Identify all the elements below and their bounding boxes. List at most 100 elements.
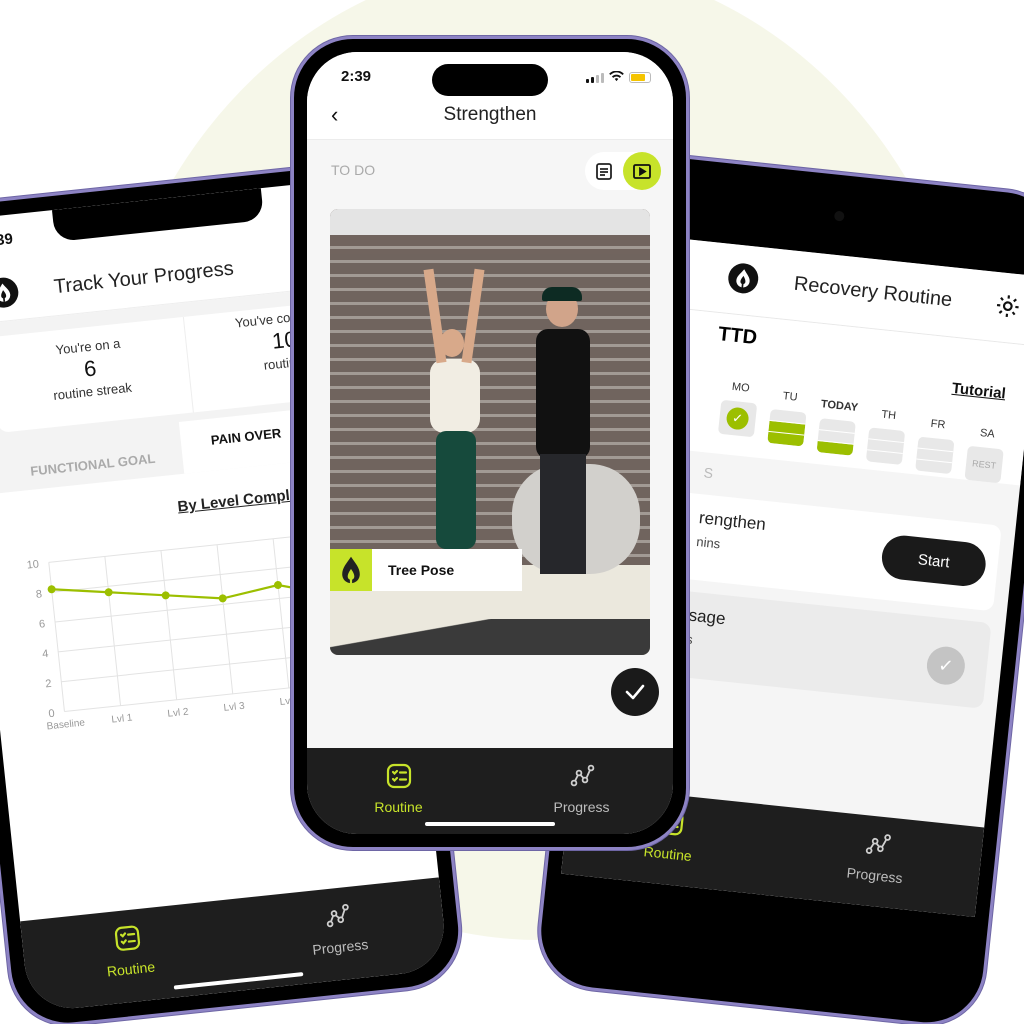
person-woman-top (430, 359, 480, 433)
front-camera (833, 210, 845, 222)
person-man-cap (542, 287, 582, 301)
progress-graph-icon (322, 901, 353, 935)
day-label: MO (731, 380, 751, 395)
day-label: FR (930, 417, 946, 432)
day-label: TODAY (820, 398, 859, 415)
tutorial-link[interactable]: Tutorial (951, 380, 1006, 403)
signal-icon (586, 72, 604, 83)
checklist-icon (385, 762, 413, 793)
tab-progress[interactable]: Progress (229, 877, 448, 990)
day-progress (915, 436, 955, 475)
routine-title: rengthen (698, 508, 767, 535)
day-progress (767, 408, 807, 447)
grid-line-v (104, 556, 122, 706)
routine-title: sage (687, 605, 727, 629)
right-header-title: Recovery Routine (792, 272, 954, 312)
marketing-canvas: Recovery Routine TTD Tutorial MO ✓ TU TODAY… (0, 0, 1024, 1024)
grid-line-v (160, 550, 178, 700)
tab-functional-goal[interactable]: FUNCTIONAL GOAL (1, 434, 184, 493)
routine-title-fragment: TTD (717, 323, 759, 350)
person-man-pants (540, 454, 586, 574)
day-label: TH (880, 408, 897, 423)
exercise-video[interactable]: Tree Pose (330, 209, 650, 655)
day-fill (865, 461, 902, 465)
grid-line-v (272, 538, 290, 689)
center-header-title: Strengthen (443, 104, 537, 125)
dynamic-island (432, 64, 548, 96)
routine-duration: nins (695, 533, 722, 552)
day-progress: REST (964, 445, 1004, 484)
flame-logo-icon (330, 549, 372, 591)
day-progress (816, 418, 856, 456)
exercise-name: Tree Pose (388, 562, 455, 578)
day-today[interactable]: TODAY (815, 398, 859, 467)
left-tabbar: Routine Progress (20, 877, 449, 1013)
complete-button[interactable] (611, 668, 659, 716)
data-point (104, 588, 113, 597)
status-icons (586, 69, 651, 86)
data-point (218, 594, 227, 603)
view-toggle (585, 152, 661, 190)
day-label: SA (979, 426, 996, 441)
section-label: S (702, 464, 714, 482)
day-divider (917, 447, 954, 453)
left-header-title: Track Your Progress (52, 257, 235, 299)
check-circle-icon: ✓ (725, 406, 750, 431)
status-time: 2:39 (0, 230, 14, 251)
section-label: TO DO (331, 162, 376, 178)
grid-line-v (216, 544, 234, 694)
data-point (273, 581, 282, 590)
ceiling (330, 209, 650, 235)
battery-icon (629, 72, 651, 83)
day-divider (916, 458, 953, 464)
wifi-icon (609, 69, 624, 86)
play-video-icon[interactable] (623, 152, 661, 190)
y-tick-label: 2 (45, 678, 52, 691)
status-time: 2:39 (341, 68, 372, 85)
start-button[interactable]: Start (879, 533, 988, 589)
day-tu[interactable]: TU (766, 389, 809, 462)
checklist-icon (112, 923, 143, 957)
document-icon[interactable] (585, 152, 623, 190)
day-fr[interactable]: FR (915, 417, 957, 478)
day-mo[interactable]: MO ✓ (716, 380, 760, 457)
x-tick-label: Lvl 2 (167, 707, 190, 720)
center-phone-screen: 2:39 ‹ Strengthen TO DO Tree Pose Routin… (307, 52, 673, 834)
center-phone: 2:39 ‹ Strengthen TO DO Tree Pose Routin… (291, 36, 689, 850)
tab-routine-label: Routine (106, 958, 156, 980)
day-label: TU (782, 390, 799, 404)
floor-mat (330, 619, 650, 655)
y-tick-label: 10 (26, 558, 39, 571)
gear-icon[interactable] (994, 292, 1023, 321)
tab-routine-label: Routine (374, 799, 423, 815)
progress-graph-icon (862, 829, 893, 863)
y-tick-label: 6 (38, 618, 45, 631)
completed-check-icon: ✓ (925, 644, 967, 687)
tab-progress-label: Progress (845, 864, 904, 887)
tab-routine[interactable]: Routine (20, 899, 239, 1012)
day-progress (865, 427, 906, 465)
y-tick-label: 0 (48, 708, 55, 721)
tab-progress[interactable]: Progress (768, 806, 984, 917)
day-sa[interactable]: SA REST (964, 426, 1005, 484)
checkmark-icon (625, 684, 645, 700)
streak-stat: You're on a 6 routine streak (0, 316, 194, 433)
exercise-label: Tree Pose (330, 549, 522, 591)
day-divider (818, 429, 855, 435)
y-tick-label: 8 (35, 588, 42, 601)
data-point (161, 591, 170, 600)
person-woman-legs (436, 431, 476, 549)
day-divider (866, 449, 903, 455)
progress-graph-icon (568, 762, 596, 793)
tab-progress-label: Progress (311, 936, 370, 958)
x-tick-label: Lvl 3 (223, 701, 246, 714)
flame-logo-icon (0, 276, 20, 310)
center-tabbar: Routine Progress (307, 748, 673, 834)
flame-logo-icon (726, 261, 760, 295)
home-indicator[interactable] (425, 822, 555, 826)
day-progress: ✓ (717, 399, 758, 438)
day-divider (868, 438, 905, 444)
day-th[interactable]: TH (865, 407, 907, 472)
tab-routine-label: Routine (642, 843, 693, 865)
person-man-shirt (536, 329, 590, 459)
